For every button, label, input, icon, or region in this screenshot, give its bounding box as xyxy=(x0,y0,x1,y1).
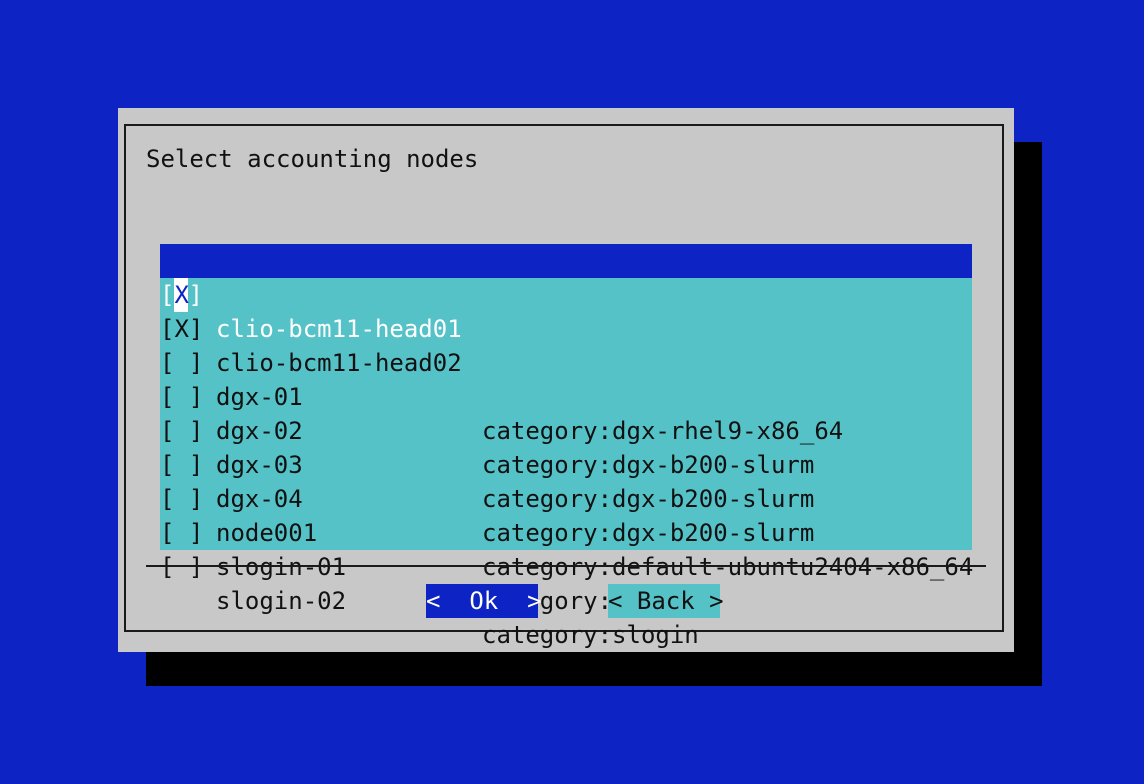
list-item[interactable]: [ ] slogin-02 category:slogin xyxy=(160,516,972,649)
dialog-title: Select accounting nodes xyxy=(146,145,479,173)
node-name: slogin-02 xyxy=(216,587,347,615)
list-item[interactable]: [ ] dgx-01 category:dgx-rhel9-x86_64 xyxy=(160,312,972,445)
list-item[interactable]: [X] clio-bcm11-head01 xyxy=(160,244,972,343)
ok-button[interactable]: < Ok > xyxy=(426,584,542,618)
list-item[interactable]: [ ] dgx-02 category:dgx-b200-slurm xyxy=(160,346,972,479)
checklist-dialog: Select accounting nodes [X] clio-bcm11-h… xyxy=(118,108,1014,652)
checkbox[interactable]: [ ] xyxy=(160,550,203,584)
list-item[interactable]: [ ] node001 category:default-ubuntu2404-… xyxy=(160,448,973,581)
node-category: category:slogin xyxy=(482,621,699,649)
button-divider xyxy=(146,565,986,567)
list-item[interactable]: [ ] dgx-04 category:dgx-b200-slurm xyxy=(160,414,972,547)
terminal-screen: Select accounting nodes [X] clio-bcm11-h… xyxy=(0,0,1144,784)
back-button[interactable]: < Back > xyxy=(608,584,724,618)
node-checklist[interactable]: [X] clio-bcm11-head01 [X] clio-bcm11-hea… xyxy=(160,244,973,649)
list-item[interactable]: [ ] slogin-01 category:slogin xyxy=(160,482,972,615)
list-item[interactable]: [X] clio-bcm11-head02 xyxy=(160,278,972,377)
node-category: category:default-ubuntu2404-x86_64 xyxy=(482,553,974,581)
list-item[interactable]: [ ] dgx-03 category:dgx-b200-slurm xyxy=(160,380,972,513)
